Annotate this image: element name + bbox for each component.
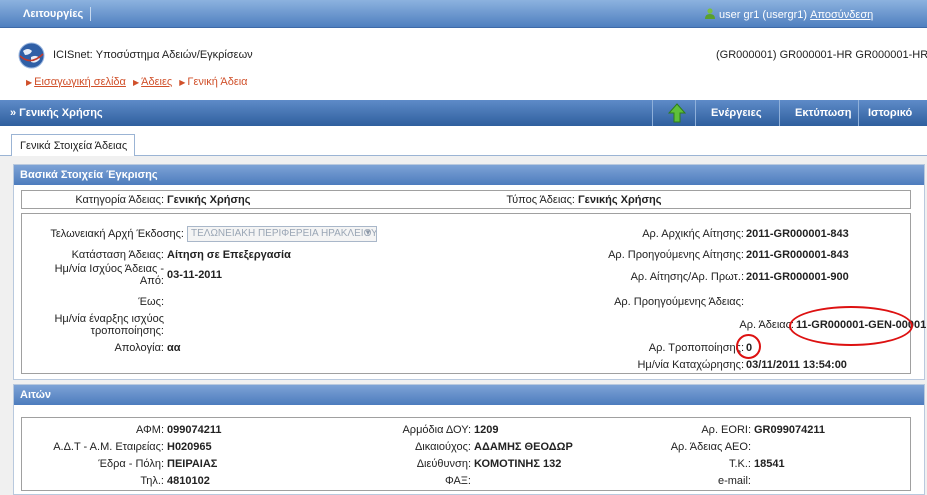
- tabs-strip: Γενικά Στοιχεία Άδειας: [0, 126, 927, 157]
- customs-select-value: ΤΕΛΩΝΕΙΑΚΗ ΠΕΡΙΦΕΡΕΙΑ ΗΡΑΚΛΕΙΟΥ: [191, 228, 377, 239]
- adt-label: Α.Δ.Τ - Α.Μ. Εταιρείας:: [53, 441, 164, 453]
- seat-value: ΠΕΙΡΑΙΑΣ: [167, 458, 218, 470]
- tk-label: Τ.Κ.:: [728, 458, 751, 470]
- status-value: Αίτηση σε Επεξεργασία: [167, 249, 291, 261]
- afm-label: ΑΦΜ:: [135, 424, 164, 436]
- beneficiary-value: ΑΔΑΜΗΣ ΘΕΟΔΩΡ: [474, 441, 573, 453]
- aeo-label: Αρ. Άδειας ΑΕΟ:: [670, 441, 751, 453]
- breadcrumb: ▶ Εισαγωγική σελίδα ▶ Άδειες ▶ Γενική Άδεια: [22, 76, 248, 88]
- separator: [695, 100, 696, 126]
- app-prot-value: 2011-GR000001-900: [746, 271, 849, 283]
- prev-license-label: Αρ. Προηγούμενης Άδειας:: [614, 296, 744, 308]
- tel-label: Τηλ.:: [140, 475, 164, 487]
- operations-menu[interactable]: Λειτουργίες: [23, 8, 83, 20]
- eori-value: GR099074211: [754, 424, 825, 436]
- type-value: Γενικής Χρήσης: [578, 194, 662, 206]
- license-label: Αρ. Άδειας:: [739, 319, 794, 331]
- status-label: Κατάσταση Άδειας:: [71, 249, 164, 261]
- history-button[interactable]: Ιστορικό: [868, 107, 912, 119]
- prev-app-label: Αρ. Προηγούμενης Αίτησης:: [608, 249, 744, 261]
- orig-app-label: Αρ. Αρχικής Αίτησης:: [642, 228, 744, 240]
- app-title: ICISnet: Υποσύστημα Αδειών/Εγκρίσεων: [53, 49, 253, 61]
- basic-info-panel: Βασικά Στοιχεία Έγκρισης Κατηγορία Άδεια…: [13, 164, 926, 380]
- up-arrow-icon[interactable]: [668, 103, 686, 123]
- reg-date-label: Ημ/νία Καταχώρησης:: [637, 359, 744, 371]
- separator: [90, 7, 91, 21]
- address-value: ΚΟΜΟΤΙΝΗΣ 132: [474, 458, 562, 470]
- seat-label: Έδρα - Πόλη:: [98, 458, 164, 470]
- email-label: e-mail:: [717, 475, 751, 487]
- chevron-down-icon: ▼: [364, 228, 372, 237]
- breadcrumb-arrow-icon: ▶: [132, 78, 140, 87]
- address-label: Διεύθυνση:: [416, 458, 471, 470]
- prev-app-value: 2011-GR000001-843: [746, 249, 849, 261]
- separator: [779, 100, 780, 126]
- user-box: user gr1 (usergr1) Αποσύνδεση: [704, 8, 873, 21]
- beneficiary-label: Δικαιούχος:: [414, 441, 471, 453]
- tab-general[interactable]: Γενικά Στοιχεία Άδειας: [11, 134, 135, 157]
- breadcrumb-arrow-icon: ▶: [179, 78, 186, 87]
- valid-from-label-line2: Από:: [139, 275, 164, 287]
- breadcrumb-licenses[interactable]: Άδειες: [141, 76, 172, 88]
- basic-info-title: Βασικά Στοιχεία Έγκρισης: [14, 165, 924, 185]
- breadcrumb-arrow-icon: ▶: [26, 78, 33, 87]
- top-bar: Λειτουργίες user gr1 (usergr1) Αποσύνδεσ…: [0, 0, 927, 28]
- logo-globe-icon: [18, 42, 45, 69]
- category-label: Κατηγορία Άδειας:: [75, 194, 164, 206]
- valid-from-label-line1: Ημ/νία Ισχύος Άδειας -: [54, 263, 164, 275]
- main-content: Βασικά Στοιχεία Έγκρισης Κατηγορία Άδεια…: [0, 156, 927, 495]
- customs-select[interactable]: ΤΕΛΩΝΕΙΑΚΗ ΠΕΡΙΦΕΡΕΙΑ ΗΡΑΚΛΕΙΟΥ ▼: [187, 226, 377, 242]
- eori-label: Αρ. EORI:: [701, 424, 751, 436]
- justification-value: αα: [167, 342, 181, 354]
- fax-label: ΦΑΞ:: [444, 475, 471, 487]
- print-button[interactable]: Εκτύπωση: [795, 107, 851, 119]
- annotation-ellipse: [736, 334, 761, 359]
- breadcrumb-home[interactable]: Εισαγωγική σελίδα: [34, 76, 126, 88]
- tk-value: 18541: [754, 458, 785, 470]
- mod-start-label-line2: τροποποίησης:: [90, 325, 164, 337]
- adt-value: H020965: [167, 441, 212, 453]
- type-label: Τύπος Άδειας:: [506, 194, 575, 206]
- app-prot-label: Αρ. Αίτησης/Αρ. Πρωτ.:: [630, 271, 744, 283]
- separator: [652, 100, 653, 126]
- applicant-panel: Αιτών ΑΦΜ: 099074211 Α.Δ.Τ - Α.Μ. Εταιρε…: [13, 384, 925, 495]
- orig-app-value: 2011-GR000001-843: [746, 228, 849, 240]
- annotation-ellipse: [789, 306, 913, 346]
- mod-no-label: Αρ. Τροποποίησης:: [648, 342, 744, 354]
- reg-date-value: 03/11/2011 13:54:00: [746, 359, 847, 371]
- user-icon: [705, 8, 715, 19]
- breadcrumb-current: Γενική Άδεια: [187, 76, 248, 88]
- customs-label: Τελωνειακή Αρχή Έκδοσης:: [50, 228, 184, 240]
- afm-value: 099074211: [167, 424, 222, 436]
- logout-link[interactable]: Αποσύνδεση: [810, 9, 873, 21]
- separator: [858, 100, 859, 126]
- doy-label: Αρμόδια ΔΟΥ:: [402, 424, 471, 436]
- category-value: Γενικής Χρήσης: [167, 194, 251, 206]
- tel-value: 4810102: [167, 475, 210, 487]
- page-toolbar: » Γενικής Χρήσης Ενέργειες Εκτύπωση Ιστο…: [0, 100, 927, 126]
- justification-label: Απολογία:: [114, 342, 165, 354]
- app-header: ICISnet: Υποσύστημα Αδειών/Εγκρίσεων (GR…: [0, 28, 927, 96]
- user-name: user gr1 (usergr1): [719, 9, 808, 21]
- mod-start-label-line1: Ημ/νία έναρξης ισχύος: [54, 313, 164, 325]
- actions-button[interactable]: Ενέργειες: [711, 107, 762, 119]
- doy-value: 1209: [474, 424, 499, 436]
- valid-to-label: Έως:: [138, 296, 164, 308]
- office-code: (GR000001) GR000001-HR GR000001-HR: [716, 49, 927, 61]
- page-title: » Γενικής Χρήσης: [10, 107, 103, 119]
- applicant-title: Αιτών: [14, 385, 924, 405]
- valid-from-value: 03-11-2011: [167, 269, 223, 281]
